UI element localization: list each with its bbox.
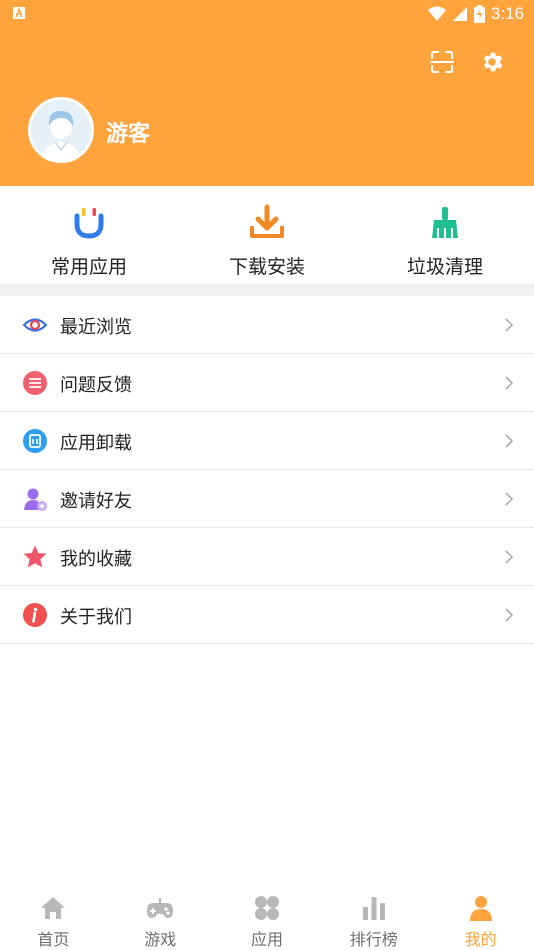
- tab-mine[interactable]: 我的: [427, 884, 534, 950]
- section-divider: [0, 284, 534, 296]
- menu-item-label: 我的收藏: [60, 549, 132, 570]
- bottom-tab-bar: 首页 游戏 应用 排行榜 我的: [0, 884, 534, 950]
- scan-icon[interactable]: [430, 50, 454, 74]
- bar-chart-icon: [362, 897, 385, 920]
- notification-icon: [13, 6, 25, 19]
- quick-action-label: 常用应用: [50, 256, 127, 278]
- feedback-icon: [23, 371, 47, 395]
- avatar-placeholder-icon: [31, 100, 91, 160]
- menu-item-label: 问题反馈: [60, 375, 132, 396]
- quick-actions: 常用应用 下载安装 垃圾清理: [0, 186, 534, 284]
- tab-label: 我的: [464, 930, 497, 949]
- status-indicators: 3:16: [427, 4, 524, 24]
- status-time: 3:16: [490, 4, 524, 23]
- menu-item-label: 应用卸载: [60, 433, 132, 454]
- tab-label: 游戏: [144, 930, 177, 949]
- tab-games[interactable]: 游戏: [107, 884, 214, 950]
- tab-label: 首页: [37, 930, 70, 949]
- gamepad-icon: [147, 898, 174, 918]
- broom-icon: [432, 207, 458, 238]
- menu-item-label: 最近浏览: [60, 317, 132, 338]
- apps-icon: [254, 896, 279, 920]
- home-icon: [41, 897, 66, 919]
- quick-action-junk-clean[interactable]: 垃圾清理: [356, 186, 534, 284]
- username[interactable]: 游客: [106, 116, 150, 148]
- menu-item-invite[interactable]: 邀请好友: [0, 470, 534, 528]
- chevron-right-icon: [505, 318, 514, 332]
- invite-user-icon: [24, 488, 47, 511]
- menu-item-label: 邀请好友: [60, 491, 132, 512]
- menu-item-favorites[interactable]: 我的收藏: [0, 528, 534, 586]
- menu-list: 最近浏览 问题反馈 应用卸载 邀请好友 我的收藏 关于我们: [0, 296, 534, 644]
- eye-icon: [22, 318, 48, 332]
- uninstall-icon: [23, 429, 47, 453]
- menu-item-uninstall[interactable]: 应用卸载: [0, 412, 534, 470]
- quick-action-label: 垃圾清理: [406, 256, 483, 278]
- status-bar: 3:16: [0, 0, 534, 28]
- chevron-right-icon: [505, 492, 514, 506]
- quick-action-label: 下载安装: [228, 256, 305, 278]
- magnet-icon: [74, 208, 104, 239]
- menu-item-label: 关于我们: [60, 607, 132, 628]
- tab-ranking[interactable]: 排行榜: [320, 884, 427, 950]
- menu-item-about[interactable]: 关于我们: [0, 586, 534, 644]
- signal-icon: [452, 7, 467, 21]
- tab-home[interactable]: 首页: [0, 884, 107, 950]
- avatar[interactable]: [28, 97, 94, 163]
- chevron-right-icon: [505, 608, 514, 622]
- menu-item-feedback[interactable]: 问题反馈: [0, 354, 534, 412]
- chevron-right-icon: [505, 376, 514, 390]
- tab-label: 应用: [250, 930, 283, 949]
- gear-icon[interactable]: [479, 49, 505, 75]
- tab-apps[interactable]: 应用: [214, 884, 321, 950]
- battery-icon: [473, 5, 485, 23]
- menu-item-recent[interactable]: 最近浏览: [0, 296, 534, 354]
- info-icon: [23, 603, 47, 627]
- download-icon: [250, 204, 284, 238]
- chevron-right-icon: [505, 550, 514, 564]
- wifi-icon: [427, 6, 446, 21]
- quick-action-download-install[interactable]: 下载安装: [178, 186, 356, 284]
- profile-header: 3:16 游客: [0, 0, 534, 186]
- tab-label: 排行榜: [349, 930, 398, 949]
- chevron-right-icon: [505, 434, 514, 448]
- user-icon: [469, 896, 492, 921]
- star-icon: [23, 545, 47, 568]
- quick-action-frequent-apps[interactable]: 常用应用: [0, 186, 178, 284]
